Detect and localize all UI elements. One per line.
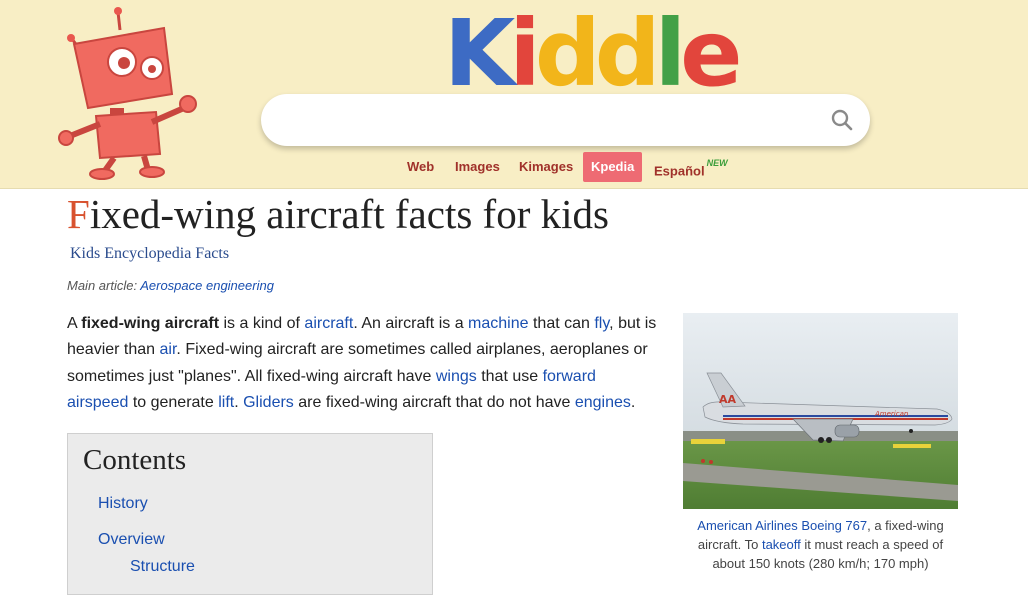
main-article-link[interactable]: Aerospace engineering (140, 278, 274, 293)
airplane-photo[interactable]: AA American (683, 313, 958, 509)
tab-kpedia[interactable]: Kpedia (583, 152, 643, 182)
link-engines[interactable]: engines (575, 394, 631, 411)
text: . An aircraft is a (353, 315, 469, 332)
site-header: Kiddle Web Images Kimages Kpedia Español… (0, 0, 1028, 189)
caption-link-boeing[interactable]: American Airlines Boeing 767 (697, 518, 867, 533)
link-wings[interactable]: wings (436, 368, 477, 385)
bold-term: fixed-wing aircraft (81, 315, 220, 332)
main-article-label: Main article: (67, 278, 138, 293)
new-badge: NEW (706, 158, 728, 168)
text: to generate (128, 393, 219, 411)
search-icon[interactable] (830, 108, 854, 132)
toc-heading: Contents (83, 444, 187, 476)
caption-link-takeoff[interactable]: takeoff (762, 537, 801, 552)
text: A (67, 315, 82, 332)
text: are fixed-wing aircraft that do not have (293, 393, 575, 411)
text: . (630, 393, 636, 411)
text: that can (528, 315, 595, 332)
tab-kimages[interactable]: Kimages (511, 152, 581, 182)
text: . (234, 393, 244, 411)
tab-label: Kimages (519, 159, 574, 174)
search-bar (261, 94, 870, 146)
tab-web[interactable]: Web (399, 152, 442, 182)
site-subtitle: Kids Encyclopedia Facts (70, 245, 230, 262)
text: that use (476, 367, 543, 385)
tab-label: Español (654, 163, 705, 179)
table-of-contents: Contents History Overview Structure (67, 433, 433, 595)
tab-label: Images (455, 159, 500, 174)
page-title: Fixed-wing aircraft facts for kids (67, 190, 609, 238)
tab-label: Web (407, 159, 435, 174)
fuselage-text: American (874, 410, 908, 418)
tab-label: Kpedia (591, 159, 635, 174)
link-fly[interactable]: fly (594, 315, 609, 332)
link-machine[interactable]: machine (468, 315, 528, 332)
toc-item-history[interactable]: History (98, 495, 148, 513)
tail-logo-text: AA (719, 393, 737, 406)
link-gliders[interactable]: Gliders (243, 394, 294, 411)
intro-paragraph: A fixed-wing aircraft is a kind of aircr… (67, 311, 657, 416)
search-input[interactable] (285, 104, 829, 138)
title-text: ixed-wing aircraft facts for kids (89, 191, 609, 237)
toc-item-structure[interactable]: Structure (130, 558, 195, 576)
link-aircraft[interactable]: aircraft (304, 315, 353, 332)
toc-item-overview[interactable]: Overview (98, 531, 165, 549)
search-tabs: Web Images Kimages Kpedia EspañolNEW (0, 152, 1028, 182)
photo-caption: American Airlines Boeing 767, a fixed-wi… (683, 516, 958, 573)
text: is a kind of (219, 315, 305, 332)
tab-images[interactable]: Images (447, 152, 508, 182)
title-initial: F (67, 191, 90, 237)
link-air[interactable]: air (160, 341, 177, 358)
link-lift[interactable]: lift (218, 394, 234, 411)
main-article-note: Main article: Aerospace engineering (67, 278, 274, 293)
tab-espanol[interactable]: EspañolNEW (646, 152, 736, 182)
